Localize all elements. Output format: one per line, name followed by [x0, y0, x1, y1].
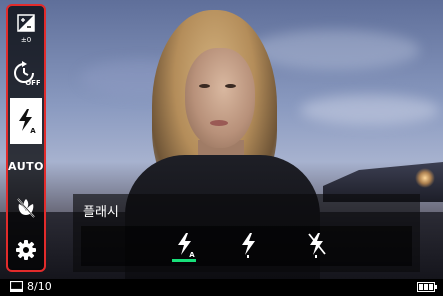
menu-item-self-timer[interactable]: OFF [10, 54, 42, 94]
subject-lips [210, 120, 228, 126]
flash-option-on[interactable] [233, 228, 265, 262]
flash-off-icon [308, 233, 326, 258]
quick-menu: ±0 OFF A AUTO [6, 4, 46, 272]
camera-screen: ±0 OFF A AUTO 플래시 A 8/10 [0, 0, 443, 296]
flash-on-icon [242, 233, 255, 258]
display-icon [10, 281, 23, 292]
flash-option-auto-sub: A [189, 251, 195, 259]
flash-auto-icon: A [178, 233, 195, 259]
menu-item-flash[interactable]: A [10, 98, 42, 144]
subject-face [185, 48, 255, 148]
status-left: 8/10 [10, 280, 52, 293]
flash-mode-value: A [30, 127, 36, 135]
flash-option-auto[interactable]: A [169, 228, 201, 262]
flash-panel-title: 플래시 [83, 205, 119, 220]
auto-label: AUTO [8, 159, 44, 173]
cloud [250, 30, 420, 70]
flash-auto-icon: A [19, 109, 36, 135]
status-bar: 8/10 [0, 279, 443, 296]
flash-options-row: A [81, 226, 412, 266]
macro-off-icon [17, 198, 35, 218]
flash-panel: 플래시 A [73, 194, 420, 272]
shot-counter: 8/10 [27, 280, 52, 293]
city-light [415, 168, 435, 188]
menu-item-settings[interactable] [10, 230, 42, 270]
cloud [300, 95, 440, 125]
selected-indicator [172, 259, 196, 262]
battery-full-icon [417, 282, 437, 292]
exposure-comp-icon: ±0 [17, 14, 35, 44]
self-timer-off-icon: OFF [14, 61, 40, 87]
menu-item-auto[interactable]: AUTO [8, 146, 44, 186]
self-timer-value: OFF [25, 79, 40, 87]
menu-item-macro[interactable] [10, 188, 42, 228]
subject-eye [225, 84, 236, 88]
gear-icon [16, 240, 36, 260]
menu-item-exposure[interactable]: ±0 [10, 8, 42, 48]
exposure-value: ±0 [21, 36, 31, 44]
subject-eye [199, 84, 210, 88]
flash-option-off[interactable] [301, 228, 333, 262]
